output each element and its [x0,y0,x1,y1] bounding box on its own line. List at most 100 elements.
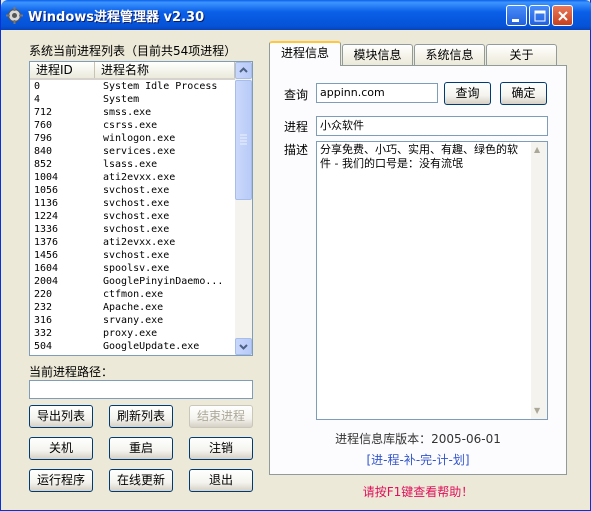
column-header-name[interactable]: 进程名称 [95,62,235,78]
query-button[interactable]: 查询 [444,82,491,105]
process-name-cell: spoolsv.exe [103,263,170,274]
table-row[interactable]: 0 System Idle Process [30,80,235,93]
arrow-down-icon[interactable]: ▼ [534,406,540,415]
process-name-cell: srvany.exe [103,315,164,326]
process-name-cell: csrss.exe [103,120,158,131]
tab-process-info[interactable]: 进程信息 [269,41,341,66]
description-textarea[interactable]: 分享免费、小巧、实用、有趣、绿色的软件 - 我们的口号是：没有流氓 ▲ ▼ [316,141,548,420]
process-id-cell: 1004 [34,172,59,183]
process-name-cell: svchost.exe [103,224,170,235]
minimize-button[interactable] [506,5,527,26]
table-row[interactable]: 760 csrss.exe [30,119,235,132]
help-hint: 请按F1键查看帮助！ [362,485,474,499]
process-id-cell: 840 [34,146,53,157]
gear-icon [6,7,23,24]
online-update-button[interactable]: 在线更新 [109,469,173,492]
process-name-cell: services.exe [103,146,176,157]
table-row[interactable]: 1056 svchost.exe [30,184,235,197]
scroll-thumb[interactable] [235,80,252,200]
description-scrollbar[interactable]: ▲ ▼ [531,142,547,419]
process-id-cell: 504 [34,341,53,352]
export-list-button[interactable]: 导出列表 [29,405,93,428]
table-row[interactable]: 316 srvany.exe [30,314,235,327]
process-name-cell: svchost.exe [103,198,170,209]
table-row[interactable]: 504 GoogleUpdate.exe [30,340,235,353]
table-row[interactable]: 1456 svchost.exe [30,249,235,262]
table-row[interactable]: 1376 ati2evxx.exe [30,236,235,249]
table-row[interactable]: 852 lsass.exe [30,158,235,171]
tab-about[interactable]: 关于 [486,44,557,65]
process-id-cell: 316 [34,315,53,326]
table-row[interactable]: 332 proxy.exe [30,327,235,340]
process-list-title: 系统当前进程列表（目前共54项进程） [29,44,237,58]
table-row[interactable]: 232 Apache.exe [30,301,235,314]
process-list[interactable]: 进程ID 进程名称 0 System Idle Process 4 System 712… [29,61,253,356]
scroll-down-button[interactable] [235,338,252,355]
maximize-button[interactable] [529,5,550,26]
run-program-button[interactable]: 运行程序 [29,469,93,492]
process-name-field[interactable]: 小众软件 [316,116,548,136]
column-header-id[interactable]: 进程ID [30,62,95,78]
logoff-button[interactable]: 注销 [189,437,253,460]
process-id-cell: 1136 [34,198,59,209]
table-row[interactable]: 1604 spoolsv.exe [30,262,235,275]
scroll-up-button[interactable] [235,62,252,79]
refresh-list-button[interactable]: 刷新列表 [109,405,173,428]
process-id-cell: 852 [34,159,53,170]
process-id-cell: 4 [34,94,41,105]
table-row[interactable]: 220 ctfmon.exe [30,288,235,301]
process-id-cell: 232 [34,302,53,313]
app-window: Windows进程管理器 v2.30 系统当前进程列表（目前共54项进程） 进程… [0,0,591,511]
process-id-cell: 796 [34,133,53,144]
confirm-button[interactable]: 确定 [500,82,547,105]
process-label: 进程 [284,120,309,134]
process-name-cell: lsass.exe [103,159,158,170]
table-row[interactable]: 4 System [30,93,235,106]
tab-system-info[interactable]: 系统信息 [414,44,485,65]
tab-module-info[interactable]: 模块信息 [342,44,413,65]
query-label: 查询 [284,88,309,102]
process-id-cell: 1376 [34,237,59,248]
process-name-cell: svchost.exe [103,185,170,196]
process-id-cell: 1456 [34,250,59,261]
minimize-icon [512,19,519,22]
process-name-cell: winlogon.exe [103,133,176,144]
process-path-field[interactable] [29,380,253,399]
process-name-cell: proxy.exe [103,328,158,339]
end-process-button[interactable]: 结束进程 [189,405,253,428]
supplement-plan-link[interactable]: [进-程-补-完-计-划] [269,451,567,468]
process-name-cell: Apache.exe [103,302,164,313]
restart-button[interactable]: 重启 [109,437,173,460]
process-id-cell: 332 [34,328,53,339]
process-id-cell: 220 [34,289,53,300]
description-label: 描述 [284,143,309,157]
process-name-cell: System [103,94,140,105]
close-button[interactable] [552,5,573,26]
process-id-cell: 1336 [34,224,59,235]
table-row[interactable]: 1336 svchost.exe [30,223,235,236]
table-row[interactable]: 1224 svchost.exe [30,210,235,223]
table-row[interactable]: 1004 ati2evxx.exe [30,171,235,184]
process-name-cell: svchost.exe [103,250,170,261]
table-row[interactable]: 840 services.exe [30,145,235,158]
query-input[interactable]: appinn.com [316,83,438,103]
table-row[interactable]: 712 smss.exe [30,106,235,119]
process-name-cell: ati2evxx.exe [103,237,176,248]
title-bar[interactable]: Windows进程管理器 v2.30 [1,0,591,30]
exit-button[interactable]: 退出 [189,469,253,492]
arrow-up-icon[interactable]: ▲ [534,145,540,154]
arrow-down-icon [239,344,248,350]
process-id-cell: 1224 [34,211,59,222]
process-name-cell: System Idle Process [103,81,218,92]
process-list-scrollbar[interactable] [235,62,252,355]
maximize-icon [534,10,546,22]
table-row[interactable]: 796 winlogon.exe [30,132,235,145]
shutdown-button[interactable]: 关机 [29,437,93,460]
table-row[interactable]: 1136 svchost.exe [30,197,235,210]
table-row[interactable]: 2004 GooglePinyinDaemo... [30,275,235,288]
process-id-cell: 2004 [34,276,59,287]
process-id-cell: 712 [34,107,53,118]
process-id-cell: 0 [34,81,41,92]
process-name-cell: ati2evxx.exe [103,172,176,183]
database-version: 进程信息库版本：2005-06-01 [335,432,501,446]
